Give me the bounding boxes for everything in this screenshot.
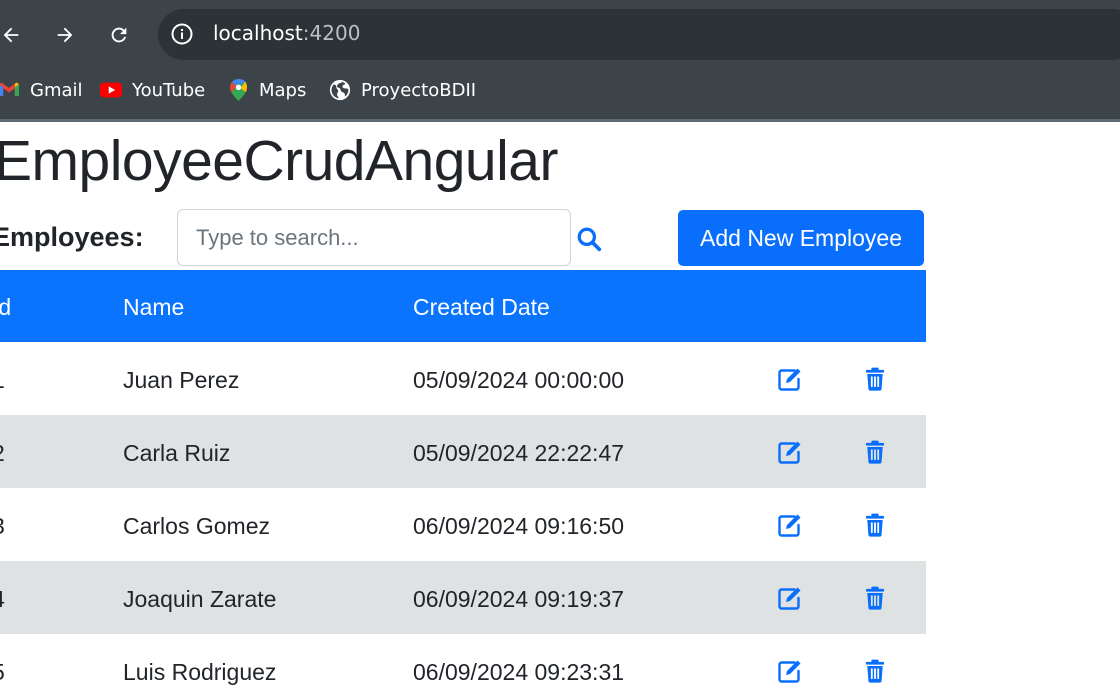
cell-id: 5: [0, 659, 5, 686]
youtube-icon: [100, 79, 122, 101]
table-row: 5 Luis Rodriguez 06/09/2024 09:23:31: [0, 634, 926, 696]
cell-id: 1: [0, 367, 5, 394]
bookmark-label: YouTube: [132, 79, 206, 101]
add-employee-button[interactable]: Add New Employee: [678, 210, 924, 266]
trash-icon[interactable]: [862, 366, 888, 392]
header-name: Name: [123, 294, 185, 320]
cell-created-date: 06/09/2024 09:19:37: [413, 586, 625, 612]
cell-created-date: 06/09/2024 09:23:31: [413, 659, 625, 685]
table-row: 1 Juan Perez 05/09/2024 00:00:00: [0, 342, 926, 415]
trash-icon[interactable]: [862, 512, 888, 538]
arrow-right-icon: [57, 27, 73, 43]
bookmark-maps[interactable]: Maps: [227, 74, 306, 106]
cell-name: Joaquin Zarate: [123, 586, 277, 612]
bookmark-label: Gmail: [30, 79, 83, 101]
edit-icon[interactable]: [777, 658, 803, 684]
edit-icon[interactable]: [777, 512, 803, 538]
forward-button[interactable]: [48, 18, 82, 52]
search-icon[interactable]: [576, 226, 602, 252]
url-port: :4200: [302, 21, 361, 45]
bookmark-youtube[interactable]: YouTube: [100, 74, 205, 106]
browser-toolbar: localhost:4200 Gmail YouTube Maps Proyec…: [0, 0, 1120, 121]
cell-created-date: 05/09/2024 00:00:00: [413, 367, 625, 393]
trash-icon[interactable]: [862, 439, 888, 465]
table-row: 3 Carlos Gomez 06/09/2024 09:16:50: [0, 488, 926, 561]
cell-created-date: 06/09/2024 09:16:50: [413, 513, 625, 539]
reload-button[interactable]: [102, 18, 136, 52]
trash-icon[interactable]: [862, 658, 888, 684]
info-icon[interactable]: [170, 22, 194, 46]
url-text[interactable]: localhost:4200: [213, 21, 360, 45]
header-id: Id: [0, 294, 12, 320]
globe-icon: [329, 79, 351, 101]
cell-name: Luis Rodriguez: [123, 659, 277, 685]
bookmark-label: ProyectoBDII: [361, 79, 477, 101]
table-row: 2 Carla Ruiz 05/09/2024 22:22:47: [0, 415, 926, 488]
edit-icon[interactable]: [777, 366, 803, 392]
cell-id: 3: [0, 513, 5, 540]
maps-icon: [227, 79, 249, 101]
cell-id: 2: [0, 440, 5, 467]
cell-name: Carlos Gomez: [123, 513, 270, 539]
cell-name: Carla Ruiz: [123, 440, 231, 466]
gmail-icon: [0, 79, 20, 101]
back-button[interactable]: [0, 18, 28, 52]
bookmark-gmail[interactable]: Gmail: [0, 74, 83, 106]
header-created-date: Created Date: [413, 294, 550, 320]
bookmark-label: Maps: [259, 79, 307, 101]
search-input[interactable]: [177, 209, 571, 266]
bookmark-proyectobdii[interactable]: ProyectoBDII: [329, 74, 476, 106]
edit-icon[interactable]: [777, 439, 803, 465]
employees-label: Employees:: [0, 222, 144, 252]
cell-name: Juan Perez: [123, 367, 240, 393]
url-host: localhost: [213, 21, 303, 45]
edit-icon[interactable]: [777, 585, 803, 611]
employees-table: Id Name Created Date 1 Juan Perez 05/09/…: [0, 270, 926, 696]
arrow-left-icon: [3, 27, 19, 43]
trash-icon[interactable]: [862, 585, 888, 611]
table-row: 4 Joaquin Zarate 06/09/2024 09:19:37: [0, 561, 926, 634]
toolbar-divider: [0, 119, 1120, 122]
cell-created-date: 05/09/2024 22:22:47: [413, 440, 625, 466]
page-title: EmployeeCrudAngular: [0, 129, 558, 193]
table-header: Id Name Created Date: [0, 270, 926, 342]
cell-id: 4: [0, 586, 5, 613]
reload-icon: [111, 27, 127, 43]
